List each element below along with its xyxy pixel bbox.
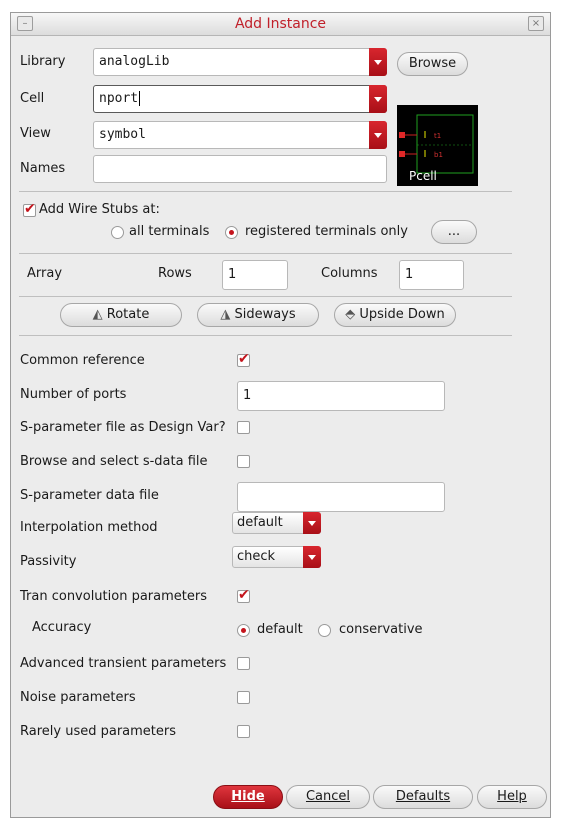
adv-transient-label: Advanced transient parameters [20, 656, 227, 671]
interpolation-dropdown-arrow[interactable] [303, 512, 321, 534]
view-label: View [20, 126, 51, 141]
view-combo[interactable]: symbol [93, 121, 387, 149]
names-input[interactable] [93, 155, 387, 183]
cell-dropdown-arrow[interactable] [369, 85, 387, 113]
columns-label: Columns [321, 266, 378, 281]
add-wire-stubs-checkbox[interactable] [23, 201, 36, 217]
accuracy-conservative-label: conservative [339, 622, 423, 637]
common-reference-label: Common reference [20, 353, 145, 368]
all-terminals-radio[interactable] [111, 226, 124, 239]
tran-conv-label: Tran convolution parameters [20, 589, 207, 604]
passivity-value: check [237, 549, 276, 564]
library-value: analogLib [99, 54, 170, 69]
hide-label: Hide [231, 789, 265, 804]
add-wire-stubs-label: Add Wire Stubs at: [39, 202, 160, 217]
separator [19, 335, 512, 336]
adv-transient-checkbox[interactable] [237, 657, 250, 670]
cell-value: nport [99, 91, 139, 106]
upside-down-button[interactable]: ⬘ Upside Down [334, 303, 456, 327]
passivity-dropdown[interactable]: check [232, 546, 321, 568]
registered-terminals-label: registered terminals only [245, 224, 408, 239]
help-label: Help [497, 789, 527, 804]
sparam-data-file-input[interactable] [237, 482, 445, 512]
number-of-ports-input[interactable]: 1 [237, 381, 445, 411]
sideways-button[interactable]: ◮ Sideways [197, 303, 319, 327]
interpolation-label: Interpolation method [20, 520, 158, 535]
pin-top-label: t1 [434, 132, 442, 140]
all-terminals-label: all terminals [129, 224, 210, 239]
noise-params-checkbox[interactable] [237, 691, 250, 704]
view-dropdown-arrow[interactable] [369, 121, 387, 149]
columns-input[interactable]: 1 [399, 260, 464, 290]
noise-params-label: Noise parameters [20, 690, 136, 705]
add-instance-dialog: – Add Instance × Library analogLib Brows… [10, 12, 551, 818]
cell-label: Cell [20, 91, 45, 106]
registered-terminals-radio[interactable] [225, 226, 238, 239]
separator [19, 296, 512, 297]
accuracy-conservative-radio[interactable] [318, 624, 331, 637]
sparam-design-var-label: S-parameter file as Design Var? [20, 420, 226, 435]
sparam-design-var-checkbox[interactable] [237, 421, 250, 434]
rotate-label: Rotate [106, 307, 150, 322]
accuracy-label: Accuracy [32, 620, 92, 635]
tran-conv-checkbox[interactable] [237, 587, 250, 603]
accuracy-default-radio[interactable] [237, 624, 250, 637]
upside-down-icon: ⬘ [345, 307, 356, 322]
separator [19, 253, 512, 254]
separator [19, 191, 512, 192]
pin-bottom-label: b1 [434, 151, 443, 159]
browse-button[interactable]: Browse [397, 52, 468, 76]
rotate-button[interactable]: ◭ Rotate [60, 303, 182, 327]
sideways-icon: ◮ [220, 307, 231, 322]
rows-label: Rows [158, 266, 192, 281]
close-button[interactable]: × [528, 16, 544, 31]
rarely-used-checkbox[interactable] [237, 725, 250, 738]
title-bar: – Add Instance × [11, 13, 550, 36]
hide-button[interactable]: Hide [213, 785, 283, 809]
cancel-label: Cancel [305, 789, 351, 804]
interpolation-dropdown[interactable]: default [232, 512, 321, 534]
common-reference-checkbox[interactable] [237, 351, 250, 367]
rarely-used-label: Rarely used parameters [20, 724, 177, 739]
view-value: symbol [99, 127, 146, 142]
library-dropdown-arrow[interactable] [369, 48, 387, 76]
sideways-label: Sideways [234, 307, 296, 322]
rows-input[interactable]: 1 [222, 260, 288, 290]
symbol-preview: t1 b1 Pcell [397, 105, 478, 186]
text-cursor [139, 91, 141, 106]
defaults-label: Defaults [395, 789, 451, 804]
defaults-button[interactable]: Defaults [373, 785, 473, 809]
sparam-data-file-label: S-parameter data file [20, 488, 159, 503]
passivity-dropdown-arrow[interactable] [303, 546, 321, 568]
cancel-button[interactable]: Cancel [286, 785, 370, 809]
passivity-label: Passivity [20, 554, 77, 569]
window-title: Add Instance [234, 16, 327, 32]
library-combo[interactable]: analogLib [93, 48, 387, 76]
rotate-icon: ◭ [92, 307, 103, 322]
names-label: Names [20, 161, 66, 176]
library-label: Library [20, 54, 66, 69]
browse-sdata-label: Browse and select s-data file [20, 454, 208, 469]
array-label: Array [27, 266, 63, 281]
interpolation-value: default [237, 515, 283, 530]
help-button[interactable]: Help [477, 785, 547, 809]
accuracy-default-label: default [257, 622, 303, 637]
number-of-ports-label: Number of ports [20, 387, 127, 402]
upside-down-label: Upside Down [359, 307, 445, 322]
browse-sdata-checkbox[interactable] [237, 455, 250, 468]
cell-combo[interactable]: nport [93, 85, 387, 113]
wire-stubs-more-button[interactable]: ... [431, 220, 477, 244]
pcell-label: Pcell [409, 169, 437, 183]
